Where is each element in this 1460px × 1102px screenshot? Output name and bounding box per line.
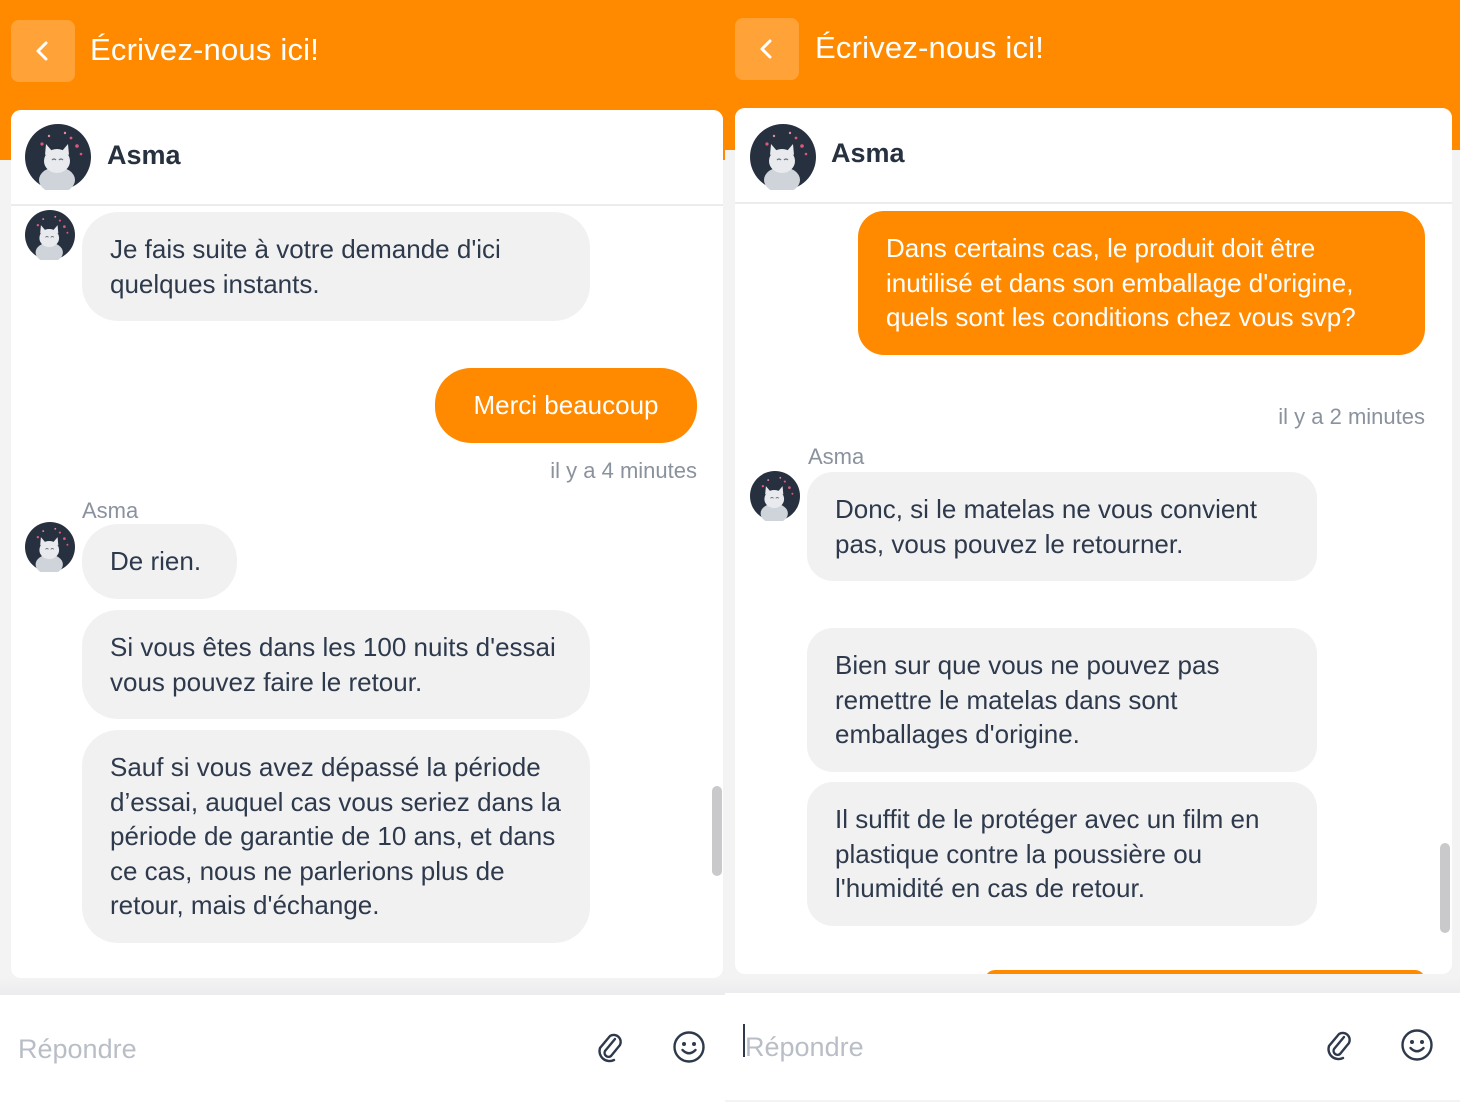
emoji-button[interactable] xyxy=(671,1029,707,1065)
paperclip-icon xyxy=(598,1033,622,1063)
smiley-icon xyxy=(1401,1029,1433,1061)
agent-name: Asma xyxy=(107,140,181,170)
conversation-card: Asma Dans certains cas, le produit doit … xyxy=(735,108,1452,974)
composer xyxy=(0,995,725,1102)
message-bubble-agent: Sauf si vous avez dépassé la période d’e… xyxy=(82,730,590,943)
message-bubble-user: Dans certains cas, le produit doit être … xyxy=(858,211,1425,355)
header-title: Écrivez-nous ici! xyxy=(815,30,1045,65)
chevron-left-icon xyxy=(760,39,772,59)
cat-avatar-icon xyxy=(25,210,75,260)
attach-button[interactable] xyxy=(1321,1027,1357,1063)
message-bubble-agent: De rien. xyxy=(82,524,237,599)
back-button[interactable] xyxy=(735,18,799,80)
scrollbar[interactable] xyxy=(1440,843,1450,933)
cat-avatar-icon xyxy=(25,522,75,572)
attach-button[interactable] xyxy=(592,1029,628,1065)
agent-header: Asma xyxy=(735,108,1452,204)
back-button[interactable] xyxy=(11,20,75,82)
smiley-icon xyxy=(673,1031,705,1063)
message-bubble-agent: Il suffit de le protéger avec un film en… xyxy=(807,782,1317,926)
message-bubble-user-partial xyxy=(985,970,1425,974)
chat-panel-right: Écrivez-nous ici! Asma Dans certains cas… xyxy=(725,0,1460,1102)
message-sender: Asma xyxy=(82,498,139,523)
emoji-button[interactable] xyxy=(1399,1027,1435,1063)
reply-input[interactable] xyxy=(18,1025,538,1073)
message-bubble-agent: Donc, si le matelas ne vous convient pas… xyxy=(807,472,1317,581)
message-sender: Asma xyxy=(808,444,865,469)
chat-panel-left: Écrivez-nous ici! Asma Je fais suite à v… xyxy=(0,0,725,1102)
scrollbar[interactable] xyxy=(712,786,722,876)
chevron-left-icon xyxy=(36,41,48,61)
cat-avatar-icon xyxy=(750,471,800,521)
message-bubble-agent: Bien sur que vous ne pouvez pas remettre… xyxy=(807,628,1317,772)
cat-avatar-icon xyxy=(750,124,816,190)
composer-divider xyxy=(0,978,725,995)
paperclip-icon xyxy=(1327,1031,1351,1061)
message-bubble-agent: Je fais suite à votre demande d'ici quel… xyxy=(82,212,590,321)
cat-avatar-icon xyxy=(25,124,91,190)
reply-input[interactable] xyxy=(745,1023,1265,1071)
header-title: Écrivez-nous ici! xyxy=(90,32,320,67)
message-timestamp: il y a 2 minutes xyxy=(1278,404,1425,429)
agent-name: Asma xyxy=(831,138,905,168)
agent-header: Asma xyxy=(11,110,723,206)
message-bubble-user: Merci beaucoup xyxy=(435,368,697,443)
message-bubble-agent: Si vous êtes dans les 100 nuits d'essai … xyxy=(82,610,590,719)
message-timestamp: il y a 4 minutes xyxy=(550,458,697,483)
composer xyxy=(725,993,1460,1100)
conversation-card: Asma Je fais suite à votre demande d'ici… xyxy=(11,110,723,978)
